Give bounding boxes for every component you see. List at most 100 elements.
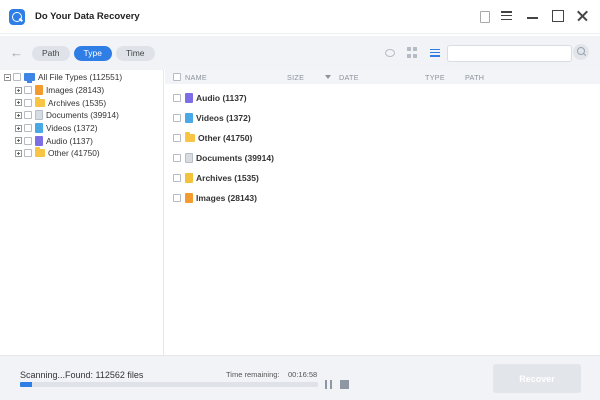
list-item-label: Images (28143) [196,193,257,203]
video-file-icon [185,113,193,123]
app-logo-icon [9,8,25,25]
archive-file-icon [185,173,193,183]
select-all-checkbox[interactable] [173,73,181,81]
search-icon[interactable] [573,44,589,60]
expand-icon[interactable] [15,124,22,132]
tree-item-audio[interactable]: Audio (1137) [0,134,163,147]
file-type-tree: All File Types (112551) Images (28143) A… [0,70,164,355]
list-item-label: Other (41750) [198,133,253,143]
list-item-documents[interactable]: Documents (39914) [165,148,600,168]
list-item-label: Archives (1535) [196,173,259,183]
expand-icon[interactable] [15,86,22,94]
folder-icon [35,147,45,158]
close-icon[interactable] [576,9,590,23]
view-mode-icons [384,47,441,58]
expand-icon[interactable] [15,137,22,145]
scan-progress-bar [20,382,318,387]
tab-type[interactable]: Type [73,45,112,61]
status-bar: Scanning...Found: 112562 files Time rema… [0,355,600,400]
video-file-icon [35,123,43,134]
document-icon [185,153,193,163]
audio-file-icon [35,135,43,146]
file-list: NAME SIZE DATE TYPE PATH Audio (1137) Vi… [165,70,600,355]
view-tabs: Path Type Time [32,45,155,61]
tree-item-archives[interactable]: Archives (1535) [0,96,163,109]
tree-item-videos[interactable]: Videos (1372) [0,122,163,135]
checkbox[interactable] [24,124,32,133]
tab-path[interactable]: Path [32,45,70,61]
maximize-icon[interactable] [551,9,565,23]
checkbox[interactable] [24,86,32,95]
list-item-label: Audio (1137) [196,93,247,103]
eye-icon[interactable] [384,47,395,58]
stop-icon[interactable] [340,380,349,389]
column-name[interactable]: NAME [185,73,287,82]
scan-progress-fill [20,382,32,387]
grid-view-icon[interactable] [407,47,418,58]
tree-item-documents[interactable]: Documents (39914) [0,109,163,122]
tree-item-label: Images (28143) [46,85,105,96]
checkbox[interactable] [173,194,181,202]
column-date[interactable]: DATE [339,73,425,82]
menu-icon[interactable] [501,9,515,23]
column-type[interactable]: TYPE [425,73,465,82]
folder-icon [185,132,195,142]
expand-icon[interactable] [15,99,22,107]
audio-file-icon [185,93,193,103]
list-item-label: Documents (39914) [196,153,274,163]
list-item-label: Videos (1372) [196,113,251,123]
column-path[interactable]: PATH [465,73,505,82]
app-title: Do Your Data Recovery [35,11,140,22]
tree-item-label: Audio (1137) [46,135,93,146]
checkbox[interactable] [24,149,32,158]
tree-item-label: All File Types (112551) [38,72,123,83]
time-remaining-value: 00:16:58 [288,370,318,379]
recover-button[interactable]: Recover [493,364,581,393]
list-item-videos[interactable]: Videos (1372) [165,108,600,128]
tree-item-other[interactable]: Other (41750) [0,147,163,160]
list-header: NAME SIZE DATE TYPE PATH [165,70,600,84]
image-file-icon [185,193,193,203]
scan-status-text: Scanning...Found: 112562 files [20,370,144,380]
list-item-archives[interactable]: Archives (1535) [165,168,600,188]
expand-icon[interactable] [15,111,22,119]
checkbox[interactable] [173,154,181,162]
window-controls [480,9,590,23]
checkbox[interactable] [173,114,181,122]
tree-item-label: Videos (1372) [46,123,98,134]
toolbar: ← Path Type Time [0,36,600,70]
tree-item-images[interactable]: Images (28143) [0,84,163,97]
log-file-icon[interactable] [480,10,490,23]
tree-item-label: Archives (1535) [48,97,107,108]
tree-item-label: Documents (39914) [46,110,119,121]
checkbox[interactable] [173,94,181,102]
time-remaining-label: Time remaining: [226,370,280,379]
image-file-icon [35,85,43,96]
computer-icon [24,73,35,84]
checkbox[interactable] [173,134,181,142]
tree-item-label: Other (41750) [48,148,100,159]
tab-time[interactable]: Time [115,45,155,61]
checkbox[interactable] [13,73,21,82]
document-icon [35,110,43,121]
minimize-icon[interactable] [526,9,540,23]
title-bar: Do Your Data Recovery [0,0,600,34]
list-rows: Audio (1137) Videos (1372) Other (41750)… [165,84,600,208]
list-item-audio[interactable]: Audio (1137) [165,88,600,108]
expand-icon[interactable] [15,149,22,157]
checkbox[interactable] [24,111,32,120]
pause-icon[interactable] [325,380,333,389]
folder-icon [35,96,45,107]
list-item-images[interactable]: Images (28143) [165,188,600,208]
collapse-icon[interactable] [4,73,11,81]
sort-descending-icon[interactable] [325,75,331,79]
checkbox[interactable] [24,136,32,145]
list-item-other[interactable]: Other (41750) [165,128,600,148]
checkbox[interactable] [24,98,32,107]
list-view-icon[interactable] [430,47,441,58]
checkbox[interactable] [173,174,181,182]
tree-item-all[interactable]: All File Types (112551) [0,71,163,84]
search-input[interactable] [447,45,572,62]
back-arrow-icon[interactable]: ← [10,46,24,60]
column-size[interactable]: SIZE [287,73,325,82]
